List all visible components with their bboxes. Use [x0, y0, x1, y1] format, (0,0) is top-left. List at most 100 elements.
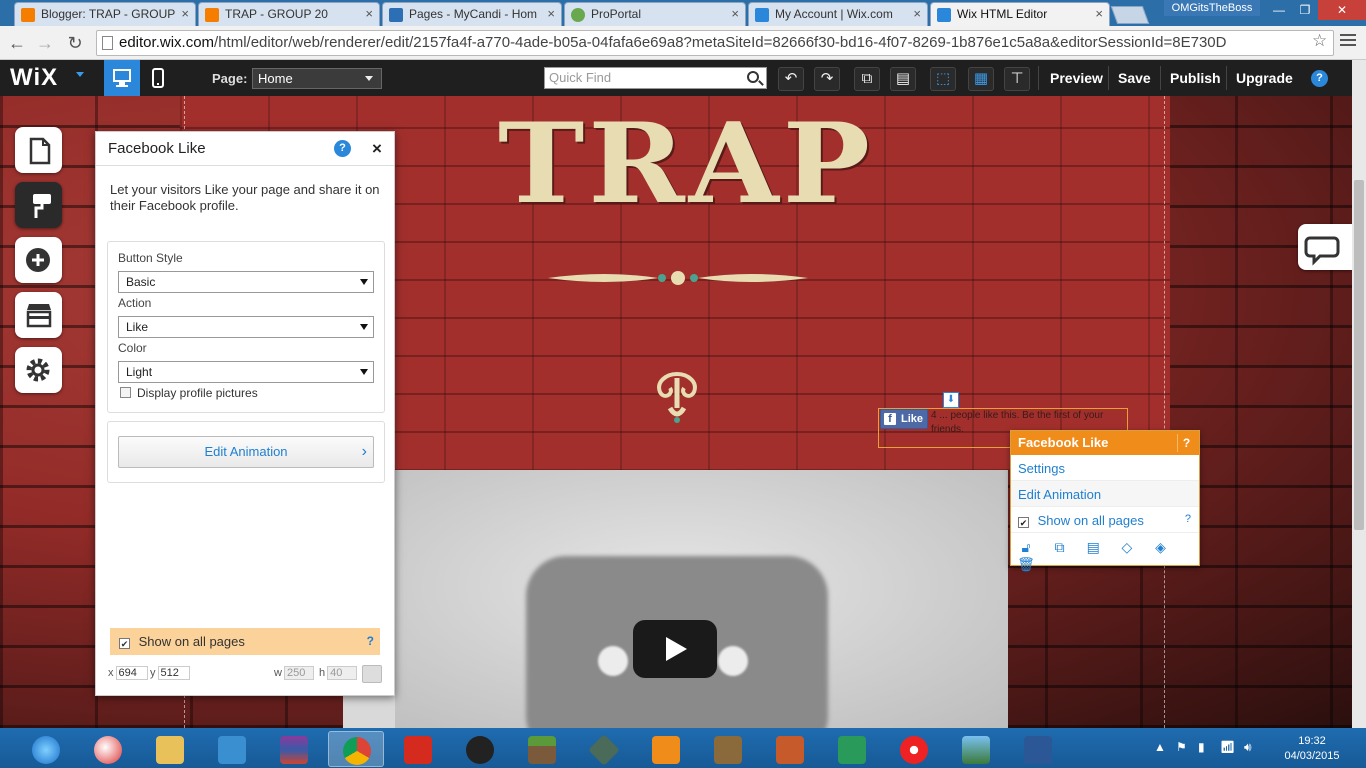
search-icon[interactable]: [747, 71, 759, 83]
gridlines-button[interactable]: ⬚: [930, 67, 956, 91]
chrome-user-badge[interactable]: OMGitsTheBoss: [1164, 0, 1260, 16]
close-icon[interactable]: ×: [547, 6, 555, 21]
page-info-icon[interactable]: [102, 36, 113, 50]
help-icon[interactable]: ?: [367, 634, 374, 648]
browser-tab-mycandi[interactable]: Pages - MyCandi - Hom ×: [382, 2, 562, 26]
y-position-field[interactable]: y 512: [150, 666, 190, 680]
show-hidden-icons-icon[interactable]: ▲: [1154, 740, 1166, 754]
new-tab-button[interactable]: [1110, 6, 1150, 24]
paste-icon[interactable]: ▤: [1078, 539, 1108, 556]
bring-forward-icon[interactable]: ◈: [1146, 539, 1176, 556]
design-button[interactable]: [15, 182, 62, 228]
network-icon[interactable]: 📶︎: [1220, 740, 1235, 754]
send-backward-icon[interactable]: ◇: [1112, 539, 1142, 556]
cube-app-icon[interactable]: [576, 731, 632, 767]
y-value[interactable]: 512: [157, 666, 190, 680]
x-position-field[interactable]: x 694: [108, 666, 148, 680]
context-settings-item[interactable]: Settings: [1011, 455, 1199, 481]
close-icon[interactable]: ×: [731, 6, 739, 21]
context-show-all-pages-item[interactable]: ✔ Show on all pages ?: [1011, 507, 1199, 533]
facebook-like-button[interactable]: f Like: [880, 409, 928, 429]
back-arrow-icon[interactable]: ←: [6, 32, 28, 54]
internet-explorer-icon[interactable]: [18, 731, 74, 767]
photo-viewer-icon[interactable]: [948, 731, 1004, 767]
help-icon[interactable]: ?: [1185, 513, 1191, 525]
show-on-all-pages-option[interactable]: ✔ Show on all pages ?: [110, 628, 380, 655]
winrar-icon[interactable]: [266, 731, 322, 767]
browser-tab-wix-account[interactable]: My Account | Wix.com ×: [748, 2, 928, 26]
window-close-icon[interactable]: ✕: [1318, 0, 1366, 20]
pages-button[interactable]: [15, 127, 62, 173]
chrome-icon[interactable]: [328, 731, 384, 767]
publish-button[interactable]: Publish: [1170, 70, 1221, 86]
x-value[interactable]: 694: [115, 666, 148, 680]
context-edit-animation-item[interactable]: Edit Animation: [1011, 481, 1199, 507]
chevron-down-icon[interactable]: [76, 72, 84, 77]
undo-button[interactable]: ↶: [778, 67, 804, 91]
forward-arrow-icon[interactable]: →: [34, 32, 56, 54]
word-icon[interactable]: [1010, 731, 1066, 767]
minimize-icon[interactable]: —: [1266, 0, 1292, 20]
copy-button[interactable]: ⧉: [854, 67, 880, 91]
quick-find-input[interactable]: Quick Find: [544, 67, 767, 89]
width-field[interactable]: w 250: [274, 666, 314, 680]
button-style-select[interactable]: Basic: [118, 271, 374, 293]
game-app-icon[interactable]: [700, 731, 756, 767]
play-icon[interactable]: [633, 620, 717, 678]
browser-tab-wix-editor[interactable]: Wix HTML Editor ×: [930, 2, 1110, 26]
add-button[interactable]: [15, 237, 62, 283]
browser-tab-blogger-1[interactable]: Blogger: TRAP - GROUP ×: [14, 2, 196, 26]
action-select[interactable]: Like: [118, 316, 374, 338]
display-profile-pictures-option[interactable]: Display profile pictures: [120, 386, 258, 400]
download-app-icon[interactable]: [824, 731, 880, 767]
chat-button[interactable]: [1298, 224, 1352, 270]
file-explorer-icon[interactable]: [142, 731, 198, 767]
mobile-view-button[interactable]: [142, 60, 174, 96]
redo-button[interactable]: ↷: [814, 67, 840, 91]
duplicate-icon[interactable]: ⧉: [1045, 539, 1075, 556]
lock-icon[interactable]: 🔓︎: [1011, 539, 1041, 556]
obs-icon[interactable]: [452, 731, 508, 767]
creative-cloud-icon[interactable]: [390, 731, 446, 767]
app-market-button[interactable]: [15, 292, 62, 338]
scrollbar-thumb[interactable]: [1354, 180, 1364, 530]
close-icon[interactable]: ×: [365, 6, 373, 21]
edit-animation-button[interactable]: Edit Animation ›: [118, 436, 374, 468]
proportion-lock-icon[interactable]: [362, 665, 382, 683]
video-player[interactable]: [343, 470, 1008, 728]
checkbox-checked-icon[interactable]: ✔: [119, 638, 130, 649]
h-value[interactable]: 40: [327, 666, 358, 680]
height-field[interactable]: h 40: [319, 666, 358, 680]
save-button[interactable]: Save: [1118, 70, 1151, 86]
itunes-icon[interactable]: [886, 731, 942, 767]
page-scrollbar[interactable]: [1352, 60, 1366, 728]
close-icon[interactable]: ×: [181, 6, 189, 21]
delete-icon[interactable]: 🗑︎: [1011, 556, 1041, 573]
photo-app-icon[interactable]: [762, 731, 818, 767]
drag-handle-icon[interactable]: ⬇: [943, 392, 959, 408]
bookmark-star-icon[interactable]: ☆: [1312, 31, 1327, 51]
checkbox-unchecked-icon[interactable]: [120, 387, 131, 398]
wix-logo[interactable]: WiX: [10, 64, 58, 92]
chrome-menu-icon[interactable]: [1340, 34, 1356, 49]
checkbox-checked-icon[interactable]: ✔: [1018, 517, 1029, 528]
cloud-app-icon[interactable]: [204, 731, 260, 767]
color-select[interactable]: Light: [118, 361, 374, 383]
settings-button[interactable]: [15, 347, 62, 393]
upgrade-button[interactable]: Upgrade: [1236, 70, 1293, 86]
close-icon[interactable]: ×: [372, 139, 382, 159]
help-icon[interactable]: ?: [1311, 70, 1328, 87]
url-field[interactable]: editor.wix.com/html/editor/web/renderer/…: [96, 30, 1334, 56]
browser-tab-proportal[interactable]: ProPortal ×: [564, 2, 746, 26]
help-icon[interactable]: ?: [1177, 434, 1195, 452]
snap-to-grid-button[interactable]: ▦: [968, 67, 994, 91]
w-value[interactable]: 250: [283, 666, 314, 680]
page-select[interactable]: Home: [252, 68, 382, 89]
restore-icon[interactable]: ❐: [1292, 0, 1318, 20]
system-clock[interactable]: 19:32 04/03/2015: [1276, 734, 1348, 764]
preview-button[interactable]: Preview: [1050, 70, 1103, 86]
reload-icon[interactable]: ↻: [64, 32, 86, 54]
ball-app-icon[interactable]: [80, 731, 136, 767]
volume-icon[interactable]: 🔊︎: [1244, 740, 1252, 755]
paste-button[interactable]: ▤: [890, 67, 916, 91]
